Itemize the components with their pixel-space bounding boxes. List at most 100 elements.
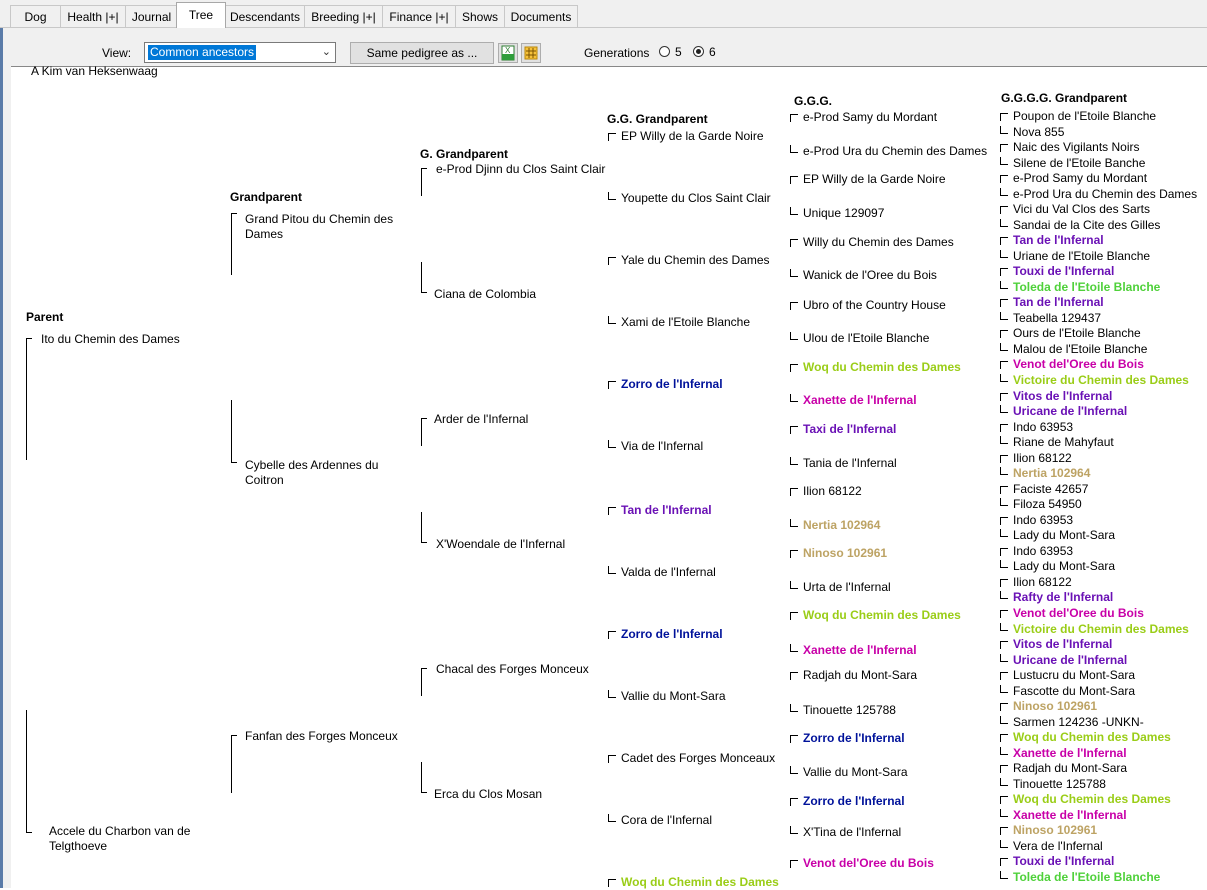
ggg-ancestor-8[interactable]: Ulou de l'Etoile Blanche	[803, 331, 929, 346]
gg-grandparent-5[interactable]: Zorro de l'Infernal	[621, 377, 723, 392]
grandparent-1-line-1[interactable]: Grand Pitou du Chemin des	[245, 212, 393, 227]
g-grandparent-2[interactable]: Ciana de Colombia	[434, 287, 536, 302]
ggg-ancestor-6[interactable]: Wanick de l'Oree du Bois	[803, 268, 937, 283]
gggg-ancestor-11[interactable]: Touxi de l'Infernal	[1013, 264, 1114, 279]
ggg-ancestor-9[interactable]: Woq du Chemin des Dames	[803, 360, 961, 375]
gggg-ancestor-10[interactable]: Uriane de l'Etoile Blanche	[1013, 249, 1150, 264]
gggg-ancestor-5[interactable]: e-Prod Samy du Mordant	[1013, 171, 1147, 186]
gggg-ancestor-36[interactable]: Uricane de l'Infernal	[1013, 653, 1127, 668]
gggg-ancestor-43[interactable]: Radjah du Mont-Sara	[1013, 761, 1127, 776]
gg-grandparent-9[interactable]: Zorro de l'Infernal	[621, 627, 723, 642]
options-button[interactable]	[521, 43, 541, 63]
gggg-ancestor-2[interactable]: Nova 855	[1013, 125, 1064, 140]
g-grandparent-1[interactable]: e-Prod Djinn du Clos Saint Clair	[436, 162, 605, 177]
gggg-ancestor-25[interactable]: Faciste 42657	[1013, 482, 1088, 497]
gggg-ancestor-27[interactable]: Indo 63953	[1013, 513, 1073, 528]
gggg-ancestor-50[interactable]: Toleda de l'Etoile Blanche	[1013, 870, 1160, 885]
gggg-ancestor-26[interactable]: Filoza 54950	[1013, 497, 1082, 512]
ggg-ancestor-18[interactable]: Xanette de l'Infernal	[803, 643, 917, 658]
gg-grandparent-11[interactable]: Cadet des Forges Monceaux	[621, 751, 775, 766]
tab-shows[interactable]: Shows	[455, 5, 505, 27]
gggg-ancestor-48[interactable]: Vera de l'Infernal	[1013, 839, 1103, 854]
gggg-ancestor-28[interactable]: Lady du Mont-Sara	[1013, 528, 1115, 543]
gggg-ancestor-15[interactable]: Ours de l'Etoile Blanche	[1013, 326, 1141, 341]
tab-health[interactable]: Health |+|	[60, 5, 126, 27]
gggg-ancestor-37[interactable]: Lustucru du Mont-Sara	[1013, 668, 1135, 683]
gggg-ancestor-46[interactable]: Xanette de l'Infernal	[1013, 808, 1127, 823]
ggg-ancestor-22[interactable]: Vallie du Mont-Sara	[803, 765, 908, 780]
gggg-ancestor-20[interactable]: Uricane de l'Infernal	[1013, 404, 1127, 419]
gggg-ancestor-47[interactable]: Ninoso 102961	[1013, 823, 1097, 838]
gggg-ancestor-34[interactable]: Victoire du Chemin des Dames	[1013, 622, 1189, 637]
gggg-ancestor-29[interactable]: Indo 63953	[1013, 544, 1073, 559]
gggg-ancestor-16[interactable]: Malou de l'Etoile Blanche	[1013, 342, 1147, 357]
grandparent-2-line-1[interactable]: Cybelle des Ardennes du	[245, 458, 378, 473]
ggg-ancestor-2[interactable]: e-Prod Ura du Chemin des Dames	[803, 144, 987, 159]
gggg-ancestor-42[interactable]: Xanette de l'Infernal	[1013, 746, 1127, 761]
g-grandparent-6[interactable]: Erca du Clos Mosan	[434, 787, 542, 802]
parent-2-line-1[interactable]: Accele du Charbon van de	[49, 824, 190, 839]
g-grandparent-4[interactable]: X'Woendale de l'Infernal	[436, 537, 565, 552]
ggg-ancestor-20[interactable]: Tinouette 125788	[803, 703, 896, 718]
tab-documents[interactable]: Documents	[504, 5, 578, 27]
tab-breeding[interactable]: Breeding |+|	[304, 5, 383, 27]
ggg-ancestor-25[interactable]: Venot del'Oree du Bois	[803, 856, 934, 871]
parent-1[interactable]: Ito du Chemin des Dames	[41, 332, 180, 347]
gggg-ancestor-18[interactable]: Victoire du Chemin des Dames	[1013, 373, 1189, 388]
ggg-ancestor-11[interactable]: Taxi de l'Infernal	[803, 422, 896, 437]
gggg-ancestor-21[interactable]: Indo 63953	[1013, 420, 1073, 435]
gg-grandparent-4[interactable]: Xami de l'Etoile Blanche	[621, 315, 750, 330]
gg-grandparent-7[interactable]: Tan de l'Infernal	[621, 503, 712, 518]
gggg-ancestor-6[interactable]: e-Prod Ura du Chemin des Dames	[1013, 187, 1197, 202]
ggg-ancestor-4[interactable]: Unique 129097	[803, 206, 884, 221]
ggg-ancestor-15[interactable]: Ninoso 102961	[803, 546, 887, 561]
ggg-ancestor-1[interactable]: e-Prod Samy du Mordant	[803, 110, 937, 125]
gggg-ancestor-7[interactable]: Vici du Val Clos des Sarts	[1013, 202, 1150, 217]
ggg-ancestor-3[interactable]: EP Willy de la Garde Noire	[803, 172, 946, 187]
gggg-ancestor-33[interactable]: Venot del'Oree du Bois	[1013, 606, 1144, 621]
same-pedigree-button[interactable]: Same pedigree as ...	[350, 42, 494, 64]
view-select[interactable]: Common ancestors ⌄	[144, 42, 336, 63]
ggg-ancestor-10[interactable]: Xanette de l'Infernal	[803, 393, 917, 408]
ggg-ancestor-13[interactable]: Ilion 68122	[803, 484, 862, 499]
gggg-ancestor-17[interactable]: Venot del'Oree du Bois	[1013, 357, 1144, 372]
ggg-ancestor-17[interactable]: Woq du Chemin des Dames	[803, 608, 961, 623]
gggg-ancestor-1[interactable]: Poupon de l'Etoile Blanche	[1013, 109, 1156, 124]
g-grandparent-3[interactable]: Arder de l'Infernal	[434, 412, 528, 427]
subject-dog[interactable]: A Kim van Heksenwaag	[31, 64, 158, 79]
ggg-ancestor-12[interactable]: Tania de l'Infernal	[803, 456, 897, 471]
gg-grandparent-2[interactable]: Youpette du Clos Saint Clair	[621, 191, 771, 206]
ggg-ancestor-19[interactable]: Radjah du Mont-Sara	[803, 668, 917, 683]
ggg-ancestor-23[interactable]: Zorro de l'Infernal	[803, 794, 905, 809]
gggg-ancestor-9[interactable]: Tan de l'Infernal	[1013, 233, 1104, 248]
tab-tree[interactable]: Tree	[176, 2, 226, 28]
gggg-ancestor-22[interactable]: Riane de Mahyfaut	[1013, 435, 1114, 450]
tab-finance[interactable]: Finance |+|	[382, 5, 456, 27]
grandparent-3[interactable]: Fanfan des Forges Monceux	[245, 729, 398, 744]
gggg-ancestor-44[interactable]: Tinouette 125788	[1013, 777, 1106, 792]
parent-2-line-2[interactable]: Telgthoeve	[49, 839, 107, 854]
grandparent-1-line-2[interactable]: Dames	[245, 227, 283, 242]
export-excel-button[interactable]: X	[498, 43, 518, 63]
gggg-ancestor-32[interactable]: Rafty de l'Infernal	[1013, 590, 1113, 605]
gggg-ancestor-24[interactable]: Nertia 102964	[1013, 466, 1090, 481]
gg-grandparent-10[interactable]: Vallie du Mont-Sara	[621, 689, 726, 704]
gggg-ancestor-12[interactable]: Toleda de l'Etoile Blanche	[1013, 280, 1160, 295]
gggg-ancestor-49[interactable]: Touxi de l'Infernal	[1013, 854, 1114, 869]
gggg-ancestor-40[interactable]: Sarmen 124236 -UNKN-	[1013, 715, 1144, 730]
gg-grandparent-3[interactable]: Yale du Chemin des Dames	[621, 253, 770, 268]
tab-dog[interactable]: Dog	[10, 5, 61, 27]
ggg-ancestor-7[interactable]: Ubro of the Country House	[803, 298, 946, 313]
gggg-ancestor-8[interactable]: Sandai de la Cite des Gilles	[1013, 218, 1160, 233]
ggg-ancestor-24[interactable]: X'Tina de l'Infernal	[803, 825, 901, 840]
generations-5-radio[interactable]	[659, 46, 670, 57]
ggg-ancestor-16[interactable]: Urta de l'Infernal	[803, 580, 891, 595]
gggg-ancestor-41[interactable]: Woq du Chemin des Dames	[1013, 730, 1171, 745]
gg-grandparent-8[interactable]: Valda de l'Infernal	[621, 565, 716, 580]
gggg-ancestor-14[interactable]: Teabella 129437	[1013, 311, 1101, 326]
gg-grandparent-6[interactable]: Via de l'Infernal	[621, 439, 703, 454]
tab-descendants[interactable]: Descendants	[225, 5, 305, 27]
gggg-ancestor-45[interactable]: Woq du Chemin des Dames	[1013, 792, 1171, 807]
gggg-ancestor-4[interactable]: Silene de l'Etoile Banche	[1013, 156, 1145, 171]
ggg-ancestor-14[interactable]: Nertia 102964	[803, 518, 880, 533]
